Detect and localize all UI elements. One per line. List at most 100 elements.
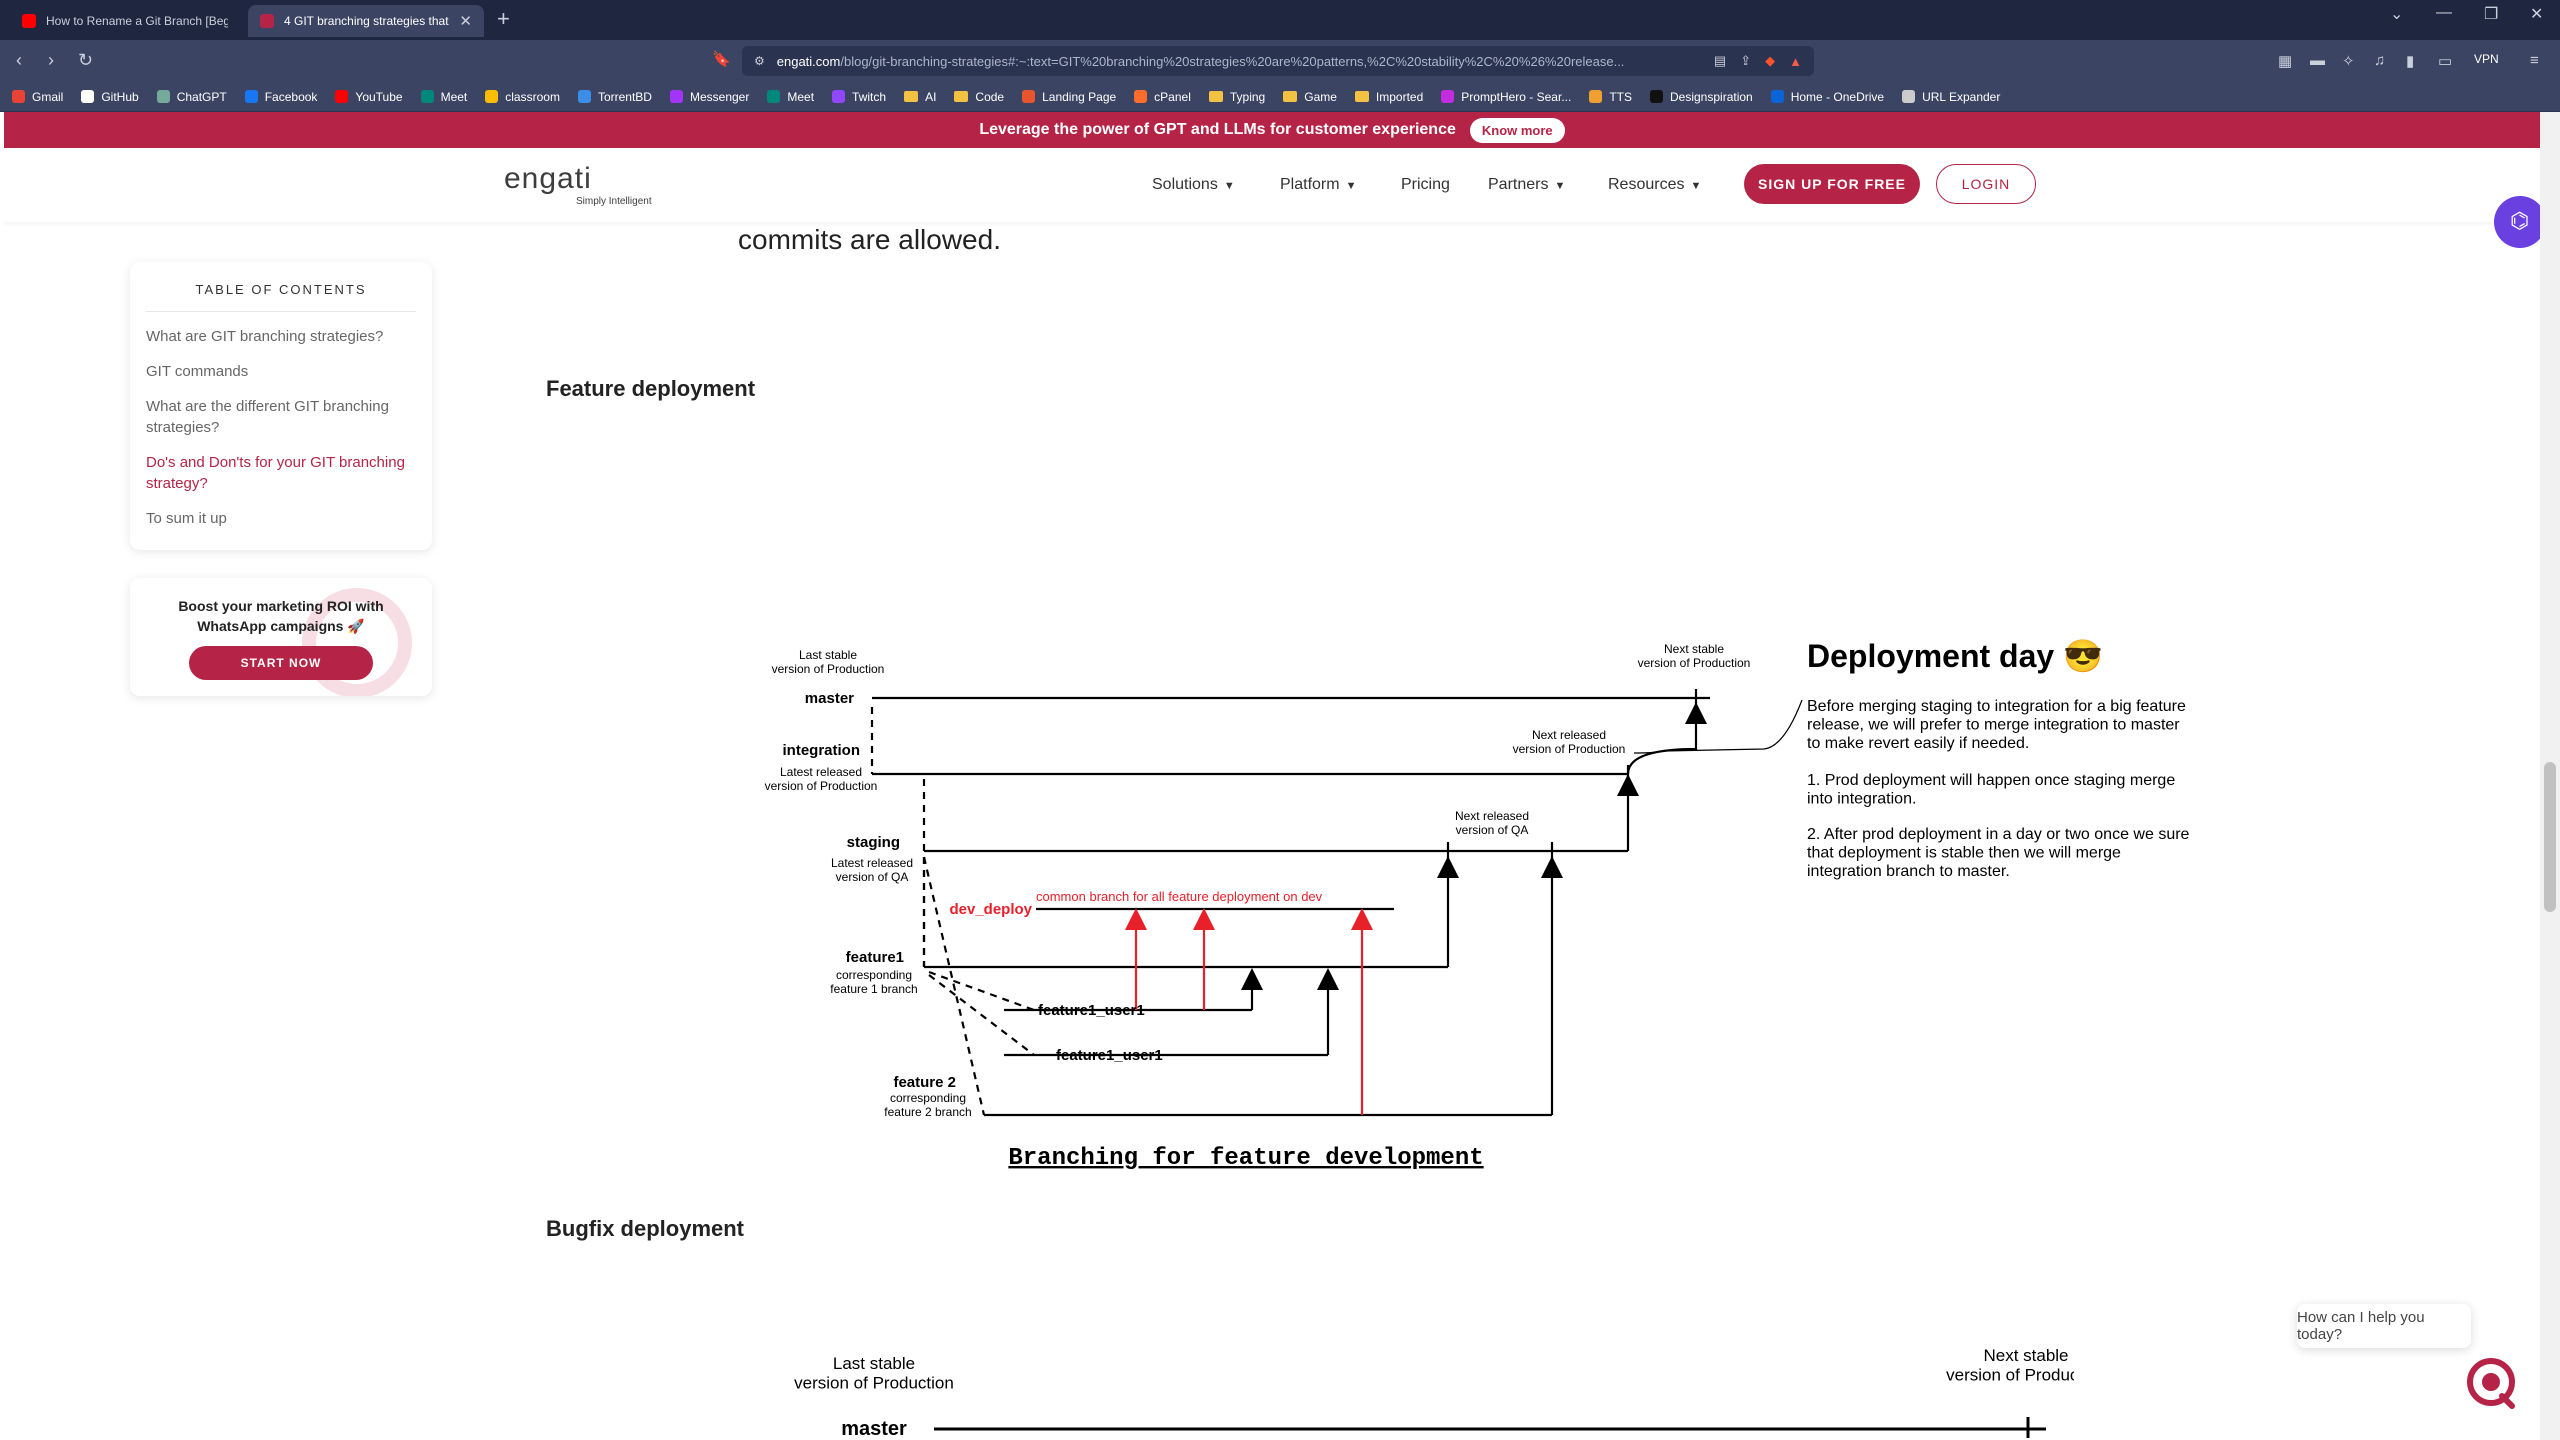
toc-item[interactable]: What are GIT branching strategies? xyxy=(146,326,416,347)
bookmark-item[interactable]: URL Expander xyxy=(1902,90,2000,104)
bookmark-label: Landing Page xyxy=(1042,89,1117,104)
engati-logo[interactable]: engati Simply Intelligent xyxy=(504,162,652,207)
bookmark-item[interactable]: Messenger xyxy=(669,89,750,104)
scroll-thumb[interactable] xyxy=(2544,762,2556,912)
nav-solutions[interactable]: Solutions ▼ xyxy=(1152,176,1235,194)
bookmark-label: Imported xyxy=(1375,89,1424,104)
start-now-button[interactable]: START NOW xyxy=(189,646,373,680)
bookmark-favicon-icon xyxy=(335,90,349,103)
bookmark-label: PromptHero - Sear... xyxy=(1461,89,1572,104)
bookmark-folder[interactable]: Typing xyxy=(1208,89,1266,104)
nav-resources[interactable]: Resources ▼ xyxy=(1608,176,1701,194)
bookmark-label: TorrentBD xyxy=(597,89,652,104)
extension-icon[interactable]: ▦ xyxy=(2278,52,2292,70)
bookmark-favicon-icon xyxy=(1441,90,1455,103)
toc-title: TABLE OF CONTENTS xyxy=(146,282,416,312)
bookmark-item[interactable]: Gmail xyxy=(12,90,63,104)
close-window-icon[interactable]: ✕ xyxy=(2530,4,2543,24)
vpn-button[interactable]: VPN xyxy=(2474,52,2499,66)
bookmark-item[interactable]: TorrentBD xyxy=(577,89,652,104)
bookmark-icon[interactable]: 🔖 xyxy=(712,50,731,68)
nav-partners[interactable]: Partners ▼ xyxy=(1488,176,1565,194)
bookmark-item[interactable]: Meet xyxy=(420,90,467,104)
bookmark-item[interactable]: Facebook xyxy=(244,90,317,104)
feature1-note: corresponding feature 1 branch xyxy=(830,968,917,996)
master-note: Last stable version of Production xyxy=(772,648,885,676)
bookmark-item[interactable]: cPanel xyxy=(1134,90,1191,104)
bookmark-item[interactable]: Twitch xyxy=(832,90,886,104)
bookmark-folder[interactable]: Game xyxy=(1283,90,1337,104)
restore-icon[interactable]: ❐ xyxy=(2484,4,2498,24)
browser-tab[interactable]: How to Rename a Git Branch [Beginn xyxy=(10,5,240,37)
chat-prompt-bubble[interactable]: How can I help you today? xyxy=(2297,1304,2471,1348)
tab-search-icon[interactable]: ⌄ xyxy=(2390,4,2403,24)
folder-icon xyxy=(904,91,919,102)
reader-mode-icon[interactable]: ▤ xyxy=(1714,53,1726,69)
bookmark-label: Code xyxy=(975,89,1005,104)
browser-tab-active[interactable]: 4 GIT branching strategies that ✕ xyxy=(248,5,484,37)
bookmark-item[interactable]: TTS xyxy=(1589,90,1632,104)
extension-icon[interactable]: ▬ xyxy=(2310,52,2325,69)
bookmark-label: cPanel xyxy=(1154,89,1191,104)
nav-platform[interactable]: Platform ▼ xyxy=(1280,176,1356,194)
rewards-icon[interactable]: ▲ xyxy=(1789,54,1802,69)
bookmark-folder[interactable]: Code xyxy=(954,90,1004,104)
bookmark-folder[interactable]: AI xyxy=(904,90,936,104)
integration-note: Latest released version of Production xyxy=(765,765,878,793)
user1a-label: feature1_user1 xyxy=(1038,1002,1145,1019)
reload-icon[interactable]: ↻ xyxy=(78,50,93,71)
bookmark-item[interactable]: Meet xyxy=(767,90,814,104)
sidebar-icon[interactable]: ▮ xyxy=(2406,52,2414,70)
page-scrollbar[interactable] xyxy=(2540,112,2560,1440)
know-more-button[interactable]: Know more xyxy=(1469,117,1565,143)
master-next-note: Next stable version of Production xyxy=(1638,642,1751,670)
bookmark-label: Typing xyxy=(1229,89,1266,104)
address-bar[interactable]: ⚙ engati.com/blog/git-branching-strategi… xyxy=(742,46,1814,76)
bugfix-branching-diagram: Last stable version of Production master … xyxy=(794,1347,2074,1438)
bookmark-favicon-icon xyxy=(81,90,95,103)
bugfix-master-note: Last stable version of Production xyxy=(794,1354,954,1393)
signup-button[interactable]: SIGN UP FOR FREE xyxy=(1744,164,1920,204)
new-tab-icon[interactable]: + xyxy=(497,6,510,32)
toc-item[interactable]: What are the different GIT branching str… xyxy=(146,396,416,438)
bookmark-item[interactable]: Home - OneDrive xyxy=(1770,90,1884,104)
close-tab-icon[interactable]: ✕ xyxy=(459,12,472,30)
browser-tab-strip: How to Rename a Git Branch [Beginn 4 GIT… xyxy=(0,0,2560,40)
url-text: engati.com/blog/git-branching-strategies… xyxy=(776,53,1625,69)
bookmark-item[interactable]: Designspiration xyxy=(1650,90,1753,104)
bookmark-favicon-icon xyxy=(1902,90,1916,103)
engati-favicon-icon xyxy=(260,14,274,28)
bookmark-label: TTS xyxy=(1609,89,1632,104)
deployment-day-step: 1. Prod deployment will happen once stag… xyxy=(1807,772,2175,807)
tab-title: 4 GIT branching strategies that xyxy=(284,14,449,28)
bookmark-item[interactable]: Landing Page xyxy=(1022,90,1116,104)
login-button[interactable]: LOGIN xyxy=(1936,164,2036,204)
wallet-icon[interactable]: ▭ xyxy=(2438,52,2452,70)
folder-icon xyxy=(1208,91,1223,102)
bookmark-item[interactable]: YouTube xyxy=(335,90,403,104)
toc-item-active[interactable]: Do's and Don'ts for your GIT branching s… xyxy=(146,452,416,494)
extensions-puzzle-icon[interactable]: ✧ xyxy=(2342,52,2355,70)
nav-pricing[interactable]: Pricing xyxy=(1401,176,1450,194)
bookmark-label: Meet xyxy=(787,89,815,104)
bookmark-item[interactable]: PromptHero - Sear... xyxy=(1441,90,1571,104)
toc-item[interactable]: GIT commands xyxy=(146,361,416,382)
bookmark-label: Messenger xyxy=(689,89,750,104)
bookmark-folder[interactable]: Imported xyxy=(1354,89,1424,104)
article-text: commits are allowed. xyxy=(738,224,1001,255)
media-icon[interactable]: ♫ xyxy=(2374,52,2385,69)
forward-icon[interactable]: › xyxy=(48,50,54,71)
brave-shield-icon[interactable]: ◆ xyxy=(1765,53,1775,69)
bookmark-item[interactable]: classroom xyxy=(485,90,560,104)
toc-item[interactable]: To sum it up xyxy=(146,508,416,529)
site-info-icon[interactable]: ⚙ xyxy=(754,54,765,68)
minimize-icon[interactable]: — xyxy=(2436,4,2452,22)
share-icon[interactable]: ⇪ xyxy=(1740,53,1751,69)
bookmark-favicon-icon xyxy=(767,90,781,103)
bookmark-item[interactable]: ChatGPT xyxy=(156,90,227,104)
back-icon[interactable]: ‹ xyxy=(16,50,22,71)
bookmark-item[interactable]: GitHub xyxy=(81,90,139,104)
assistant-launcher[interactable]: ⌬ xyxy=(2494,196,2540,248)
menu-icon[interactable]: ≡ xyxy=(2530,52,2539,69)
chat-launcher-icon[interactable] xyxy=(2464,1356,2518,1410)
